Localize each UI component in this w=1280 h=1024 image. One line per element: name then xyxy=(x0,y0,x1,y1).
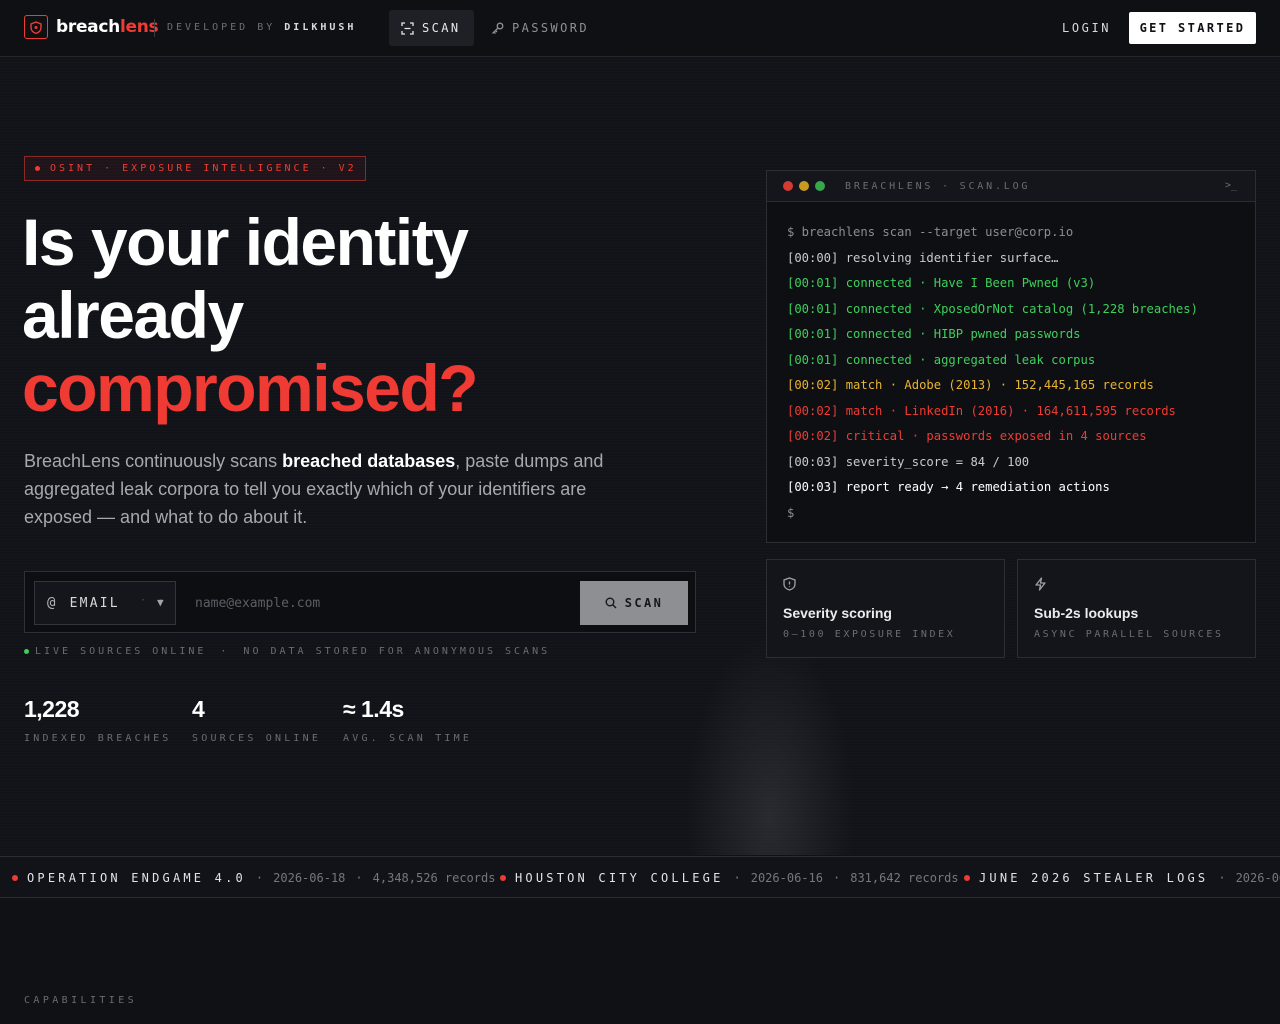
terminal-line: [00:01] connected · aggregated leak corp… xyxy=(787,352,1096,367)
terminal-title: BREACHLENS · SCAN.LOG xyxy=(845,180,1031,192)
alert-dot-icon xyxy=(12,875,18,881)
minimize-dot-icon xyxy=(799,181,809,191)
terminal-line: [00:02] match · Adobe (2013) · 152,445,1… xyxy=(787,378,1154,392)
brand-name: breachlens xyxy=(56,17,159,37)
feature-card-lookups: Sub-2s lookups ASYNC PARALLEL SOURCES xyxy=(1017,559,1256,658)
lightning-icon xyxy=(1035,577,1046,591)
stat-indexed-breaches: 1,228 INDEXED BREACHES xyxy=(24,696,172,744)
alert-dot-icon xyxy=(500,875,506,881)
stat-sources-online: 4 SOURCES ONLINE xyxy=(192,696,322,744)
terminal-line: [00:02] match · LinkedIn (2016) · 164,61… xyxy=(787,403,1176,418)
breach-ticker: OPERATION ENDGAME 4.0 · 2026-06-18 · 4,3… xyxy=(0,856,1280,898)
search-icon xyxy=(605,597,617,609)
login-link[interactable]: LOGIN xyxy=(1062,21,1111,35)
terminal-line: $ breachlens scan --target user@corp.io xyxy=(787,225,1074,239)
card-title: Sub-2s lookups xyxy=(1034,605,1139,621)
terminal-line: [00:02] critical · passwords exposed in … xyxy=(787,429,1147,443)
tag-dot-icon xyxy=(35,166,40,171)
terminal-line: [00:01] connected · XposedOrNot catalog … xyxy=(787,301,1198,316)
developed-by: DEVELOPED BY DILKHUSH xyxy=(167,22,357,33)
terminal-prompt-icon: >_ xyxy=(1224,180,1237,191)
ticker-item[interactable]: HOUSTON CITY COLLEGE · 2026-06-16 · 831,… xyxy=(500,871,959,885)
card-subtitle: 0–100 EXPOSURE INDEX xyxy=(783,629,956,640)
tab-scan[interactable]: SCAN xyxy=(389,10,474,46)
shield-logo-icon xyxy=(24,15,48,39)
card-title: Severity scoring xyxy=(783,605,892,621)
tab-password[interactable]: PASSWORD xyxy=(479,10,601,46)
terminal-line: [00:01] connected · Have I Been Pwned (v… xyxy=(787,276,1096,290)
status-line: LIVE SOURCES ONLINE · NO DATA STORED FOR… xyxy=(24,646,550,657)
top-nav: breachlens DEVELOPED BY DILKHUSH SCAN PA… xyxy=(0,0,1280,57)
terminal-titlebar: BREACHLENS · SCAN.LOG >_ xyxy=(767,171,1255,202)
nav-divider xyxy=(154,19,155,37)
feature-card-severity: Severity scoring 0–100 EXPOSURE INDEX xyxy=(766,559,1005,658)
get-started-button[interactable]: GET STARTED xyxy=(1129,12,1256,44)
close-dot-icon xyxy=(783,181,793,191)
ticker-item[interactable]: OPERATION ENDGAME 4.0 · 2026-06-18 · 4,3… xyxy=(12,871,495,885)
card-subtitle: ASYNC PARALLEL SOURCES xyxy=(1034,629,1224,640)
section-label-capabilities: CAPABILITIES xyxy=(24,995,138,1006)
ticker-item[interactable]: JUNE 2026 STEALER LOGS · 2026-06-1 xyxy=(964,871,1280,885)
at-sign-icon: @ xyxy=(47,595,58,611)
terminal-body: $ breachlens scan --target user@corp.io [… xyxy=(767,202,1255,530)
key-icon xyxy=(492,22,504,34)
chevron-down-icon: ▼ xyxy=(157,596,166,609)
scan-icon xyxy=(401,21,414,35)
scan-button[interactable]: SCAN xyxy=(580,581,688,625)
terminal-line: $ xyxy=(787,505,795,520)
brand-logo[interactable]: breachlens xyxy=(24,15,159,39)
terminal-line: [00:03] report ready → 4 remediation act… xyxy=(787,480,1110,494)
scan-log-terminal: BREACHLENS · SCAN.LOG >_ $ breachlens sc… xyxy=(766,170,1256,543)
stat-avg-scan-time: ≈ 1.4s AVG. SCAN TIME xyxy=(343,696,473,744)
hero-headline: Is your identity already compromised? xyxy=(22,205,479,425)
email-input[interactable] xyxy=(185,581,577,625)
terminal-line: [00:01] connected · HIBP pwned passwords xyxy=(787,327,1081,341)
live-status-icon xyxy=(24,649,29,654)
shield-icon xyxy=(783,577,796,591)
hero-tag: OSINT · EXPOSURE INTELLIGENCE · V2 xyxy=(24,156,366,181)
alert-dot-icon xyxy=(964,875,970,881)
scan-form: @ EMAIL · · ▼ SCAN xyxy=(24,571,696,633)
maximize-dot-icon xyxy=(815,181,825,191)
terminal-line: [00:00] resolving identifier surface… xyxy=(787,250,1059,265)
hero-lede: BreachLens continuously scans breached d… xyxy=(24,451,604,527)
identifier-type-select[interactable]: @ EMAIL · · ▼ xyxy=(34,581,176,625)
terminal-line: [00:03] severity_score = 84 / 100 xyxy=(787,454,1030,469)
